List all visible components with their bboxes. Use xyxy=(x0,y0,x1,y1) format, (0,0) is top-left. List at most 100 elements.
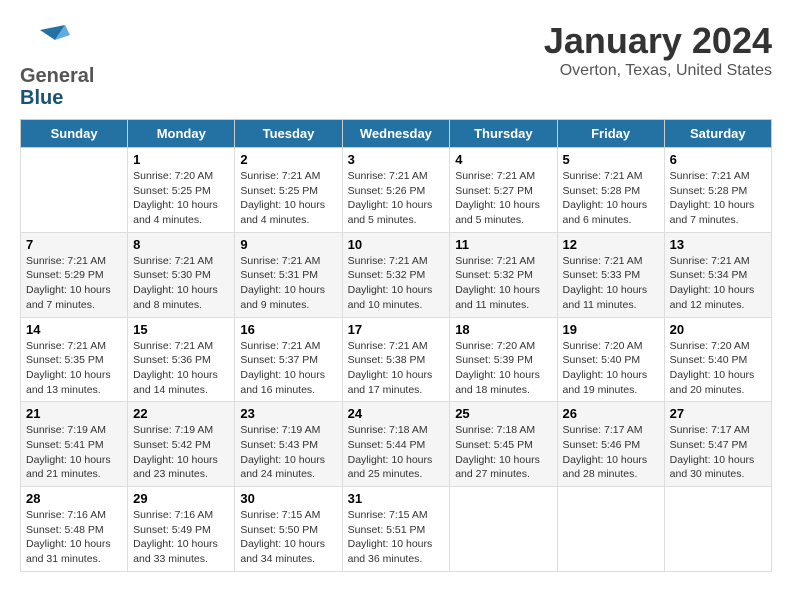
day-number: 1 xyxy=(133,152,229,167)
day-number: 13 xyxy=(670,237,766,252)
day-info: Sunrise: 7:16 AM Sunset: 5:49 PM Dayligh… xyxy=(133,508,229,567)
calendar-cell xyxy=(664,487,771,572)
calendar-cell: 27 Sunrise: 7:17 AM Sunset: 5:47 PM Dayli… xyxy=(664,402,771,487)
calendar-cell: 28 Sunrise: 7:16 AM Sunset: 5:48 PM Dayli… xyxy=(21,487,128,572)
calendar-subtitle: Overton, Texas, United States xyxy=(544,62,772,80)
day-info: Sunrise: 7:21 AM Sunset: 5:26 PM Dayligh… xyxy=(348,169,445,228)
day-number: 31 xyxy=(348,491,445,506)
calendar-title: January 2024 xyxy=(544,20,772,62)
calendar-cell: 6 Sunrise: 7:21 AM Sunset: 5:28 PM Daylig… xyxy=(664,148,771,233)
day-number: 8 xyxy=(133,237,229,252)
calendar-cell: 13 Sunrise: 7:21 AM Sunset: 5:34 PM Dayli… xyxy=(664,232,771,317)
day-number: 6 xyxy=(670,152,766,167)
day-info: Sunrise: 7:20 AM Sunset: 5:39 PM Dayligh… xyxy=(455,339,551,398)
calendar-week-3: 14 Sunrise: 7:21 AM Sunset: 5:35 PM Dayli… xyxy=(21,317,772,402)
day-info: Sunrise: 7:17 AM Sunset: 5:47 PM Dayligh… xyxy=(670,423,766,482)
day-number: 14 xyxy=(26,322,122,337)
calendar-cell: 11 Sunrise: 7:21 AM Sunset: 5:32 PM Dayli… xyxy=(450,232,557,317)
calendar-cell xyxy=(21,148,128,233)
day-info: Sunrise: 7:21 AM Sunset: 5:34 PM Dayligh… xyxy=(670,254,766,313)
calendar-cell: 25 Sunrise: 7:18 AM Sunset: 5:45 PM Dayli… xyxy=(450,402,557,487)
day-info: Sunrise: 7:21 AM Sunset: 5:33 PM Dayligh… xyxy=(563,254,659,313)
calendar-cell: 7Sunrise: 7:21 AM Sunset: 5:29 PM Daylig… xyxy=(21,232,128,317)
calendar-cell: 8 Sunrise: 7:21 AM Sunset: 5:30 PM Daylig… xyxy=(128,232,235,317)
header-cell-thursday: Thursday xyxy=(450,120,557,148)
title-block: January 2024 Overton, Texas, United Stat… xyxy=(544,20,772,80)
day-number: 5 xyxy=(563,152,659,167)
day-info: Sunrise: 7:17 AM Sunset: 5:46 PM Dayligh… xyxy=(563,423,659,482)
calendar-cell: 22 Sunrise: 7:19 AM Sunset: 5:42 PM Dayli… xyxy=(128,402,235,487)
day-number: 18 xyxy=(455,322,551,337)
day-number: 2 xyxy=(240,152,336,167)
day-info: Sunrise: 7:21 AM Sunset: 5:35 PM Dayligh… xyxy=(26,339,122,398)
calendar-cell: 16Sunrise: 7:21 AM Sunset: 5:37 PM Dayli… xyxy=(235,317,342,402)
day-number: 26 xyxy=(563,406,659,421)
calendar-cell: 19Sunrise: 7:20 AM Sunset: 5:40 PM Dayli… xyxy=(557,317,664,402)
day-number: 22 xyxy=(133,406,229,421)
day-info: Sunrise: 7:16 AM Sunset: 5:48 PM Dayligh… xyxy=(26,508,122,567)
calendar-table: SundayMondayTuesdayWednesdayThursdayFrid… xyxy=(20,119,772,572)
header-cell-tuesday: Tuesday xyxy=(235,120,342,148)
calendar-cell xyxy=(450,487,557,572)
day-info: Sunrise: 7:15 AM Sunset: 5:50 PM Dayligh… xyxy=(240,508,336,567)
logo: General Blue xyxy=(20,20,94,109)
calendar-cell: 20 Sunrise: 7:20 AM Sunset: 5:40 PM Dayli… xyxy=(664,317,771,402)
calendar-week-1: 1 Sunrise: 7:20 AM Sunset: 5:25 PM Daylig… xyxy=(21,148,772,233)
day-number: 28 xyxy=(26,491,122,506)
day-number: 11 xyxy=(455,237,551,252)
day-info: Sunrise: 7:21 AM Sunset: 5:32 PM Dayligh… xyxy=(455,254,551,313)
day-number: 9 xyxy=(240,237,336,252)
day-number: 4 xyxy=(455,152,551,167)
page-header: General Blue January 2024 Overton, Texas… xyxy=(20,20,772,109)
calendar-cell: 10Sunrise: 7:21 AM Sunset: 5:32 PM Dayli… xyxy=(342,232,450,317)
day-info: Sunrise: 7:21 AM Sunset: 5:38 PM Dayligh… xyxy=(348,339,445,398)
calendar-cell: 18 Sunrise: 7:20 AM Sunset: 5:39 PM Dayli… xyxy=(450,317,557,402)
calendar-cell: 2 Sunrise: 7:21 AM Sunset: 5:25 PM Daylig… xyxy=(235,148,342,233)
header-cell-monday: Monday xyxy=(128,120,235,148)
day-info: Sunrise: 7:18 AM Sunset: 5:44 PM Dayligh… xyxy=(348,423,445,482)
header-cell-friday: Friday xyxy=(557,120,664,148)
calendar-cell: 21Sunrise: 7:19 AM Sunset: 5:41 PM Dayli… xyxy=(21,402,128,487)
calendar-cell: 29 Sunrise: 7:16 AM Sunset: 5:49 PM Dayli… xyxy=(128,487,235,572)
day-number: 20 xyxy=(670,322,766,337)
day-info: Sunrise: 7:21 AM Sunset: 5:29 PM Dayligh… xyxy=(26,254,122,313)
day-number: 17 xyxy=(348,322,445,337)
calendar-cell: 26 Sunrise: 7:17 AM Sunset: 5:46 PM Dayli… xyxy=(557,402,664,487)
calendar-cell: 24 Sunrise: 7:18 AM Sunset: 5:44 PM Dayli… xyxy=(342,402,450,487)
logo-blue: Blue xyxy=(20,87,63,109)
day-number: 21 xyxy=(26,406,122,421)
calendar-cell: 15Sunrise: 7:21 AM Sunset: 5:36 PM Dayli… xyxy=(128,317,235,402)
calendar-cell: 4Sunrise: 7:21 AM Sunset: 5:27 PM Daylig… xyxy=(450,148,557,233)
calendar-cell: 14 Sunrise: 7:21 AM Sunset: 5:35 PM Dayli… xyxy=(21,317,128,402)
day-number: 25 xyxy=(455,406,551,421)
day-info: Sunrise: 7:18 AM Sunset: 5:45 PM Dayligh… xyxy=(455,423,551,482)
day-number: 10 xyxy=(348,237,445,252)
header-cell-saturday: Saturday xyxy=(664,120,771,148)
day-info: Sunrise: 7:21 AM Sunset: 5:28 PM Dayligh… xyxy=(670,169,766,228)
day-number: 12 xyxy=(563,237,659,252)
day-number: 3 xyxy=(348,152,445,167)
header-cell-wednesday: Wednesday xyxy=(342,120,450,148)
calendar-cell: 12 Sunrise: 7:21 AM Sunset: 5:33 PM Dayli… xyxy=(557,232,664,317)
calendar-cell: 17 Sunrise: 7:21 AM Sunset: 5:38 PM Dayli… xyxy=(342,317,450,402)
header-cell-sunday: Sunday xyxy=(21,120,128,148)
day-info: Sunrise: 7:19 AM Sunset: 5:43 PM Dayligh… xyxy=(240,423,336,482)
calendar-cell: 31 Sunrise: 7:15 AM Sunset: 5:51 PM Dayli… xyxy=(342,487,450,572)
calendar-cell: 30Sunrise: 7:15 AM Sunset: 5:50 PM Dayli… xyxy=(235,487,342,572)
calendar-cell: 3 Sunrise: 7:21 AM Sunset: 5:26 PM Daylig… xyxy=(342,148,450,233)
day-info: Sunrise: 7:20 AM Sunset: 5:25 PM Dayligh… xyxy=(133,169,229,228)
day-info: Sunrise: 7:21 AM Sunset: 5:28 PM Dayligh… xyxy=(563,169,659,228)
calendar-week-5: 28 Sunrise: 7:16 AM Sunset: 5:48 PM Dayli… xyxy=(21,487,772,572)
day-info: Sunrise: 7:20 AM Sunset: 5:40 PM Dayligh… xyxy=(670,339,766,398)
day-info: Sunrise: 7:21 AM Sunset: 5:31 PM Dayligh… xyxy=(240,254,336,313)
day-info: Sunrise: 7:21 AM Sunset: 5:30 PM Dayligh… xyxy=(133,254,229,313)
day-number: 29 xyxy=(133,491,229,506)
day-info: Sunrise: 7:21 AM Sunset: 5:25 PM Dayligh… xyxy=(240,169,336,228)
day-number: 27 xyxy=(670,406,766,421)
day-number: 24 xyxy=(348,406,445,421)
calendar-cell: 9 Sunrise: 7:21 AM Sunset: 5:31 PM Daylig… xyxy=(235,232,342,317)
day-info: Sunrise: 7:21 AM Sunset: 5:37 PM Dayligh… xyxy=(240,339,336,398)
day-info: Sunrise: 7:19 AM Sunset: 5:42 PM Dayligh… xyxy=(133,423,229,482)
day-info: Sunrise: 7:15 AM Sunset: 5:51 PM Dayligh… xyxy=(348,508,445,567)
calendar-cell: 1 Sunrise: 7:20 AM Sunset: 5:25 PM Daylig… xyxy=(128,148,235,233)
